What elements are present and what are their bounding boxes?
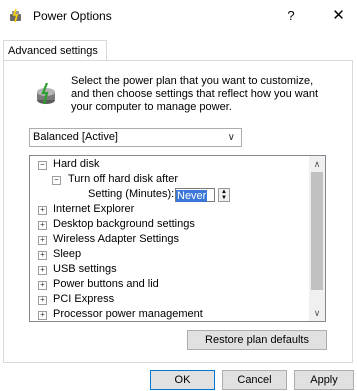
power-options-dialog: Power Options ? ✕ Advanced settings Sele… — [0, 0, 357, 391]
setting-minutes-label: Setting (Minutes): — [88, 188, 175, 200]
tree-item-sleep[interactable]: + Sleep — [38, 247, 308, 262]
tree-item-usb-settings[interactable]: + USB settings — [38, 262, 308, 277]
power-options-icon — [10, 8, 21, 23]
vertical-scrollbar[interactable]: ∧ ∨ — [309, 156, 325, 321]
ok-button[interactable]: OK — [150, 370, 215, 390]
collapse-icon[interactable]: − — [38, 161, 47, 170]
tree-item-turn-off-hard-disk[interactable]: − Turn off hard disk after — [52, 172, 302, 187]
tree-item-processor-power[interactable]: + Processor power management — [38, 307, 308, 321]
tree-item-label: PCI Express — [53, 293, 115, 305]
help-button[interactable]: ? — [276, 0, 306, 32]
collapse-icon[interactable]: − — [52, 176, 61, 185]
expand-icon[interactable]: + — [38, 251, 47, 260]
tree-item-label: Turn off hard disk after — [68, 173, 179, 185]
tab-advanced-settings[interactable]: Advanced settings — [3, 40, 107, 60]
power-plan-icon — [37, 82, 55, 105]
settings-tree[interactable]: − Hard disk − Turn off hard disk after S… — [29, 155, 326, 322]
power-plan-select[interactable]: Balanced [Active] ∨ — [29, 128, 242, 147]
tree-item-setting-minutes: Setting (Minutes): Never ▲ ▼ — [88, 187, 308, 202]
scroll-down-icon[interactable]: ∨ — [309, 305, 325, 321]
expand-icon[interactable]: + — [38, 266, 47, 275]
expand-icon[interactable]: + — [38, 281, 47, 290]
tree-item-label: Sleep — [53, 248, 82, 260]
expand-icon[interactable]: + — [38, 221, 47, 230]
restore-plan-defaults-button[interactable]: Restore plan defaults — [187, 330, 327, 350]
intro-text: Select the power plan that you want to c… — [71, 75, 319, 113]
tree-item-internet-explorer[interactable]: + Internet Explorer — [38, 202, 308, 217]
tree-item-wireless-adapter[interactable]: + Wireless Adapter Settings — [38, 232, 308, 247]
expand-icon[interactable]: + — [38, 296, 47, 305]
cancel-button[interactable]: Cancel — [222, 370, 287, 390]
spin-updown-icon[interactable]: ▲ ▼ — [218, 188, 230, 202]
tree-item-label: Internet Explorer — [53, 203, 135, 215]
power-plan-select-value: Balanced [Active] — [33, 131, 118, 143]
tree-item-label: USB settings — [53, 263, 117, 275]
tree-item-label: Hard disk — [53, 158, 100, 170]
tree-item-label: Processor power management — [53, 308, 203, 320]
minutes-value: Never — [176, 190, 208, 202]
tree-item-pci-express[interactable]: + PCI Express — [38, 292, 308, 307]
tree-item-label: Desktop background settings — [53, 218, 195, 230]
tree-item-desktop-background[interactable]: + Desktop background settings — [38, 217, 308, 232]
apply-button[interactable]: Apply — [294, 370, 354, 390]
tree-item-label: Wireless Adapter Settings — [53, 233, 179, 245]
close-button[interactable]: ✕ — [320, 0, 357, 32]
expand-icon[interactable]: + — [38, 311, 47, 320]
title-bar: Power Options ? ✕ — [0, 0, 357, 32]
tree-item-label: Power buttons and lid — [53, 278, 159, 290]
window-title: Power Options — [33, 9, 112, 23]
scroll-thumb[interactable] — [311, 172, 323, 290]
scroll-up-icon[interactable]: ∧ — [309, 156, 325, 172]
tree-item-power-buttons-lid[interactable]: + Power buttons and lid — [38, 277, 308, 292]
expand-icon[interactable]: + — [38, 206, 47, 215]
tree-item-hard-disk[interactable]: − Hard disk — [38, 157, 308, 172]
chevron-down-icon[interactable]: ∨ — [228, 129, 235, 146]
minutes-spin-input[interactable]: Never — [175, 188, 215, 202]
expand-icon[interactable]: + — [38, 236, 47, 245]
